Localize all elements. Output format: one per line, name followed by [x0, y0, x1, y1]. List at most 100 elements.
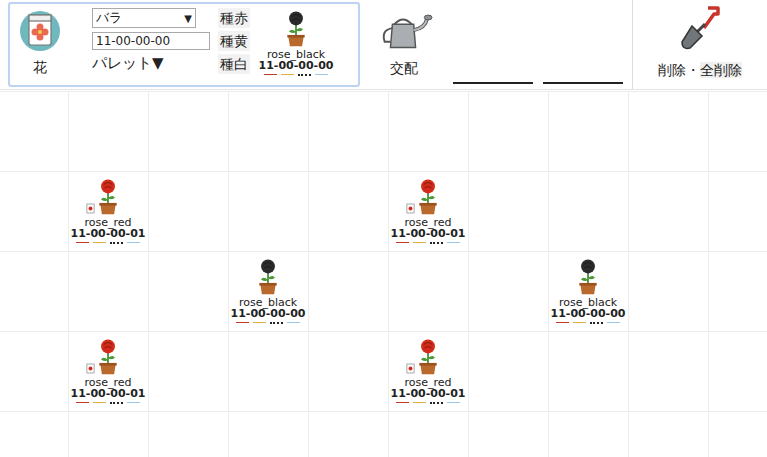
- rose-pot-icon: [283, 8, 309, 48]
- gene-mark: [76, 402, 89, 403]
- flower-cell[interactable]: rose_red11-00-00-01: [388, 331, 468, 411]
- toolbar-separator: [632, 0, 633, 89]
- shovel-icon: [678, 4, 722, 52]
- rose-pot-icon: [255, 256, 281, 296]
- gene-marks: [556, 322, 620, 324]
- flower-pot: [95, 174, 121, 216]
- seed-buttons: 種赤種黄種白: [218, 8, 250, 74]
- delete-button[interactable]: 削除・: [658, 62, 700, 78]
- seed-button[interactable]: 種白: [218, 54, 250, 74]
- gene-mark: [590, 322, 603, 324]
- gene-marks: [264, 74, 328, 76]
- seed-button[interactable]: 種黄: [218, 31, 250, 51]
- gene-mark: [270, 322, 283, 324]
- gene-mark: [396, 242, 409, 243]
- gene-mark: [430, 242, 443, 244]
- delete-labels: 削除・全削除: [658, 62, 742, 80]
- preview-code: 11-00-00-00: [259, 60, 334, 72]
- flower-tool-label: 花: [33, 59, 47, 77]
- palette-button[interactable]: パレット▼: [92, 54, 214, 73]
- species-value: バラ: [96, 9, 122, 27]
- rose-pot-icon: [95, 336, 121, 376]
- rose-pot-icon: [95, 176, 121, 216]
- seed-mark-icon: [406, 203, 415, 214]
- toolbar: 花バラ▼11-00-00-00パレット▼種赤種黄種白rose_black11-0…: [0, 0, 767, 90]
- flower-cell[interactable]: rose_black11-00-00-00: [548, 251, 628, 331]
- gene-mark: [413, 242, 426, 243]
- delete-all-button[interactable]: 全削除: [700, 62, 742, 78]
- gene-mark: [607, 322, 620, 323]
- watering-can-icon: [375, 10, 433, 54]
- gene-mark: [93, 402, 106, 403]
- flower-pot: [95, 334, 121, 376]
- flower-pot: [415, 334, 441, 376]
- gene-mark: [573, 322, 586, 323]
- gene-marks: [396, 242, 460, 244]
- gene-code-input[interactable]: 11-00-00-00: [92, 32, 210, 50]
- preview-name: rose_black: [267, 49, 325, 60]
- seed-mark-icon: [86, 363, 95, 374]
- gene-mark: [430, 402, 443, 404]
- gene-mark: [298, 74, 311, 76]
- gene-mark: [315, 74, 328, 75]
- seed-bag-icon: [18, 9, 62, 53]
- gene-mark: [556, 322, 569, 323]
- garden-app: 花バラ▼11-00-00-00パレット▼種赤種黄種白rose_black11-0…: [0, 0, 767, 457]
- gene-marks: [236, 322, 300, 324]
- flower-name: rose_black: [559, 297, 617, 308]
- flower-code: 11-00-00-01: [71, 388, 146, 400]
- gene-marks: [76, 402, 140, 404]
- flower-cell[interactable]: rose_red11-00-00-01: [68, 171, 148, 251]
- gene-mark: [287, 322, 300, 323]
- gene-mark: [236, 322, 249, 323]
- gene-mark: [110, 242, 123, 244]
- flower-cell[interactable]: rose_red11-00-00-01: [68, 331, 148, 411]
- flower-code: 11-00-00-01: [71, 228, 146, 240]
- flower-code: 11-00-00-01: [391, 388, 466, 400]
- flower-code: 11-00-00-00: [551, 308, 626, 320]
- result-field[interactable]: [543, 68, 623, 84]
- gene-mark: [127, 242, 140, 243]
- rose-pot-icon: [575, 256, 601, 296]
- gene-mark: [93, 242, 106, 243]
- flower-code: 11-00-00-00: [231, 308, 306, 320]
- flower-tool-button[interactable]: 花: [14, 8, 66, 77]
- gene-mark: [413, 402, 426, 403]
- seed-mark-icon: [86, 203, 95, 214]
- flower-name: rose_red: [84, 377, 131, 388]
- flower-pot: [415, 174, 441, 216]
- flower-name: rose_red: [404, 377, 451, 388]
- gene-mark: [264, 74, 277, 75]
- rose-pot-icon: [415, 336, 441, 376]
- gene-mark: [127, 402, 140, 403]
- cross-tool[interactable]: 交配: [360, 0, 448, 89]
- gene-marks: [396, 402, 460, 404]
- result-field[interactable]: [453, 68, 533, 84]
- seed-button[interactable]: 種赤: [218, 8, 250, 28]
- gene-mark: [281, 74, 294, 75]
- flower-code: 11-00-00-01: [391, 228, 466, 240]
- flower-pot: [575, 254, 601, 296]
- garden-grid[interactable]: rose_red11-00-00-01rose_red11-00-00-01ro…: [0, 91, 767, 457]
- gene-mark: [253, 322, 266, 323]
- flower-cell[interactable]: rose_red11-00-00-01: [388, 171, 468, 251]
- flower-form: バラ ▼ 11-00-00-00 パレット▼: [92, 8, 214, 73]
- gene-mark: [110, 402, 123, 404]
- species-select[interactable]: バラ ▼: [92, 8, 196, 28]
- flower-name: rose_black: [239, 297, 297, 308]
- delete-tool[interactable]: 削除・全削除: [633, 0, 767, 89]
- cross-tool-label: 交配: [390, 60, 418, 78]
- seed-mark-icon: [406, 363, 415, 374]
- flower-preview: rose_black11-00-00-00: [256, 8, 336, 76]
- flower-name: rose_red: [84, 217, 131, 228]
- dropdown-arrow: ▼: [184, 13, 192, 24]
- gene-marks: [76, 242, 140, 244]
- gene-mark: [76, 242, 89, 243]
- flower-tool[interactable]: 花バラ▼11-00-00-00パレット▼種赤種黄種白rose_black11-0…: [8, 2, 360, 87]
- rose-pot-icon: [415, 176, 441, 216]
- flower-pot: [255, 254, 281, 296]
- flower-cell[interactable]: rose_black11-00-00-00: [228, 251, 308, 331]
- flower-name: rose_red: [404, 217, 451, 228]
- gene-mark: [447, 242, 460, 243]
- gene-mark: [396, 402, 409, 403]
